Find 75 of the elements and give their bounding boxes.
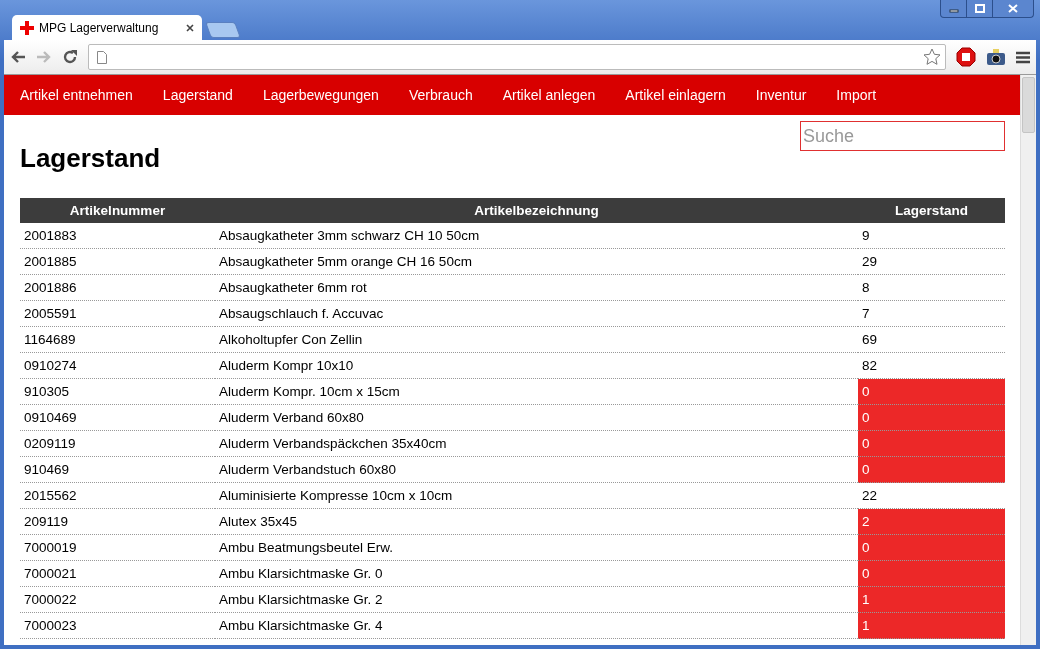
cross-icon (20, 20, 34, 35)
stock-cell: 0 (858, 534, 1005, 561)
camera-icon[interactable] (986, 48, 1006, 66)
stock-cell: 22 (858, 482, 1005, 509)
article-number-cell: 2001885 (20, 248, 215, 275)
article-number-cell: 2005591 (20, 300, 215, 327)
article-number-cell: 2015562 (20, 482, 215, 509)
article-name-cell: Alkoholtupfer Con Zellin (215, 326, 858, 353)
page-title: Lagerstand (20, 143, 161, 174)
article-name-cell: Aluderm Verbandspäckchen 35x40cm (215, 430, 858, 457)
article-number-cell: 7000021 (20, 560, 215, 587)
tab-title: MPG Lagerverwaltung (39, 20, 160, 35)
article-name-cell: Ambu Klarsichtmaske Gr. 4 (215, 612, 858, 639)
article-name-cell: Absaugkatheter 5mm orange CH 16 50cm (215, 248, 858, 275)
stock-cell: 69 (858, 326, 1005, 353)
nav-link[interactable]: Artikel anlegen (502, 87, 611, 103)
reload-icon[interactable] (62, 49, 78, 65)
article-number-cell: 1164689 (20, 326, 215, 353)
article-name-cell: Aluderm Verbandstuch 60x80 (215, 456, 858, 483)
stock-cell: 1 (858, 612, 1005, 639)
nav-link[interactable]: Artikel einlagern (625, 87, 741, 103)
article-name-cell: Ambu Beatmungsbeutel Erw. (215, 534, 858, 561)
scrollbar-thumb[interactable] (1022, 77, 1035, 133)
menu-icon[interactable] (1016, 50, 1030, 64)
stock-cell: 7 (858, 300, 1005, 327)
article-number-cell: 910305 (20, 378, 215, 405)
stock-cell: 0 (858, 456, 1005, 483)
nav-link[interactable]: Artikel entnehmen (20, 87, 148, 103)
maximize-icon (974, 3, 985, 14)
article-number-cell: 2001886 (20, 274, 215, 301)
article-number-cell: 2001883 (20, 223, 215, 249)
back-arrow-icon[interactable] (10, 50, 26, 64)
article-name-cell: Aluderm Kompr 10x10 (215, 352, 858, 379)
nav-link[interactable]: Inventur (755, 87, 822, 103)
stock-cell: 1 (858, 586, 1005, 613)
stock-cell: 9 (858, 223, 1005, 249)
article-name-cell: Absaugkatheter 6mm rot (215, 274, 858, 301)
article-number-cell: 0910469 (20, 404, 215, 431)
nav-link[interactable]: Verbrauch (408, 87, 488, 103)
article-name-cell: Aluderm Verband 60x80 (215, 404, 858, 431)
stock-cell: 82 (858, 352, 1005, 379)
stock-cell: 0 (858, 404, 1005, 431)
stock-cell: 29 (858, 248, 1005, 275)
stock-cell: 8 (858, 274, 1005, 301)
article-name-cell: Absaugschlauch f. Accuvac (215, 300, 858, 327)
search-field[interactable]: Suche (800, 121, 1005, 151)
article-number-cell: 7000019 (20, 534, 215, 561)
article-number-cell: 7000022 (20, 586, 215, 613)
article-number-cell: 910469 (20, 456, 215, 483)
article-number-cell: 0209119 (20, 430, 215, 457)
stock-cell: 0 (858, 378, 1005, 405)
column-header: Artikelbezeichnung (215, 198, 858, 223)
stock-cell: 0 (858, 430, 1005, 457)
scrollbar[interactable] (1020, 75, 1036, 645)
star-icon[interactable] (923, 48, 941, 66)
article-name-cell: Aluderm Kompr. 10cm x 15cm (215, 378, 858, 405)
close-icon (1008, 4, 1018, 13)
article-name-cell: Aluminisierte Kompresse 10cm x 10cm (215, 482, 858, 509)
article-name-cell: Ambu Klarsichtmaske Gr. 2 (215, 586, 858, 613)
column-header: Artikelnummer (20, 198, 215, 223)
nav-link[interactable]: Import (836, 87, 892, 103)
column-header: Lagerstand (858, 198, 1005, 223)
article-name-cell: Ambu Klarsichtmaske Gr. 0 (215, 560, 858, 587)
close-icon[interactable] (186, 23, 194, 32)
browser-tab[interactable]: MPG Lagerverwaltung (12, 15, 202, 40)
article-number-cell: 7000023 (20, 612, 215, 639)
nav-link[interactable]: Lagerstand (162, 87, 248, 103)
page-icon (97, 50, 107, 64)
article-number-cell: 0910274 (20, 352, 215, 379)
article-name-cell: Absaugkatheter 3mm schwarz CH 10 50cm (215, 223, 858, 249)
stock-cell: 2 (858, 508, 1005, 535)
article-number-cell: 209119 (20, 508, 215, 535)
nav-link[interactable]: Lagerbewegungen (262, 87, 394, 103)
article-name-cell: Alutex 35x45 (215, 508, 858, 535)
stock-cell: 0 (858, 560, 1005, 587)
